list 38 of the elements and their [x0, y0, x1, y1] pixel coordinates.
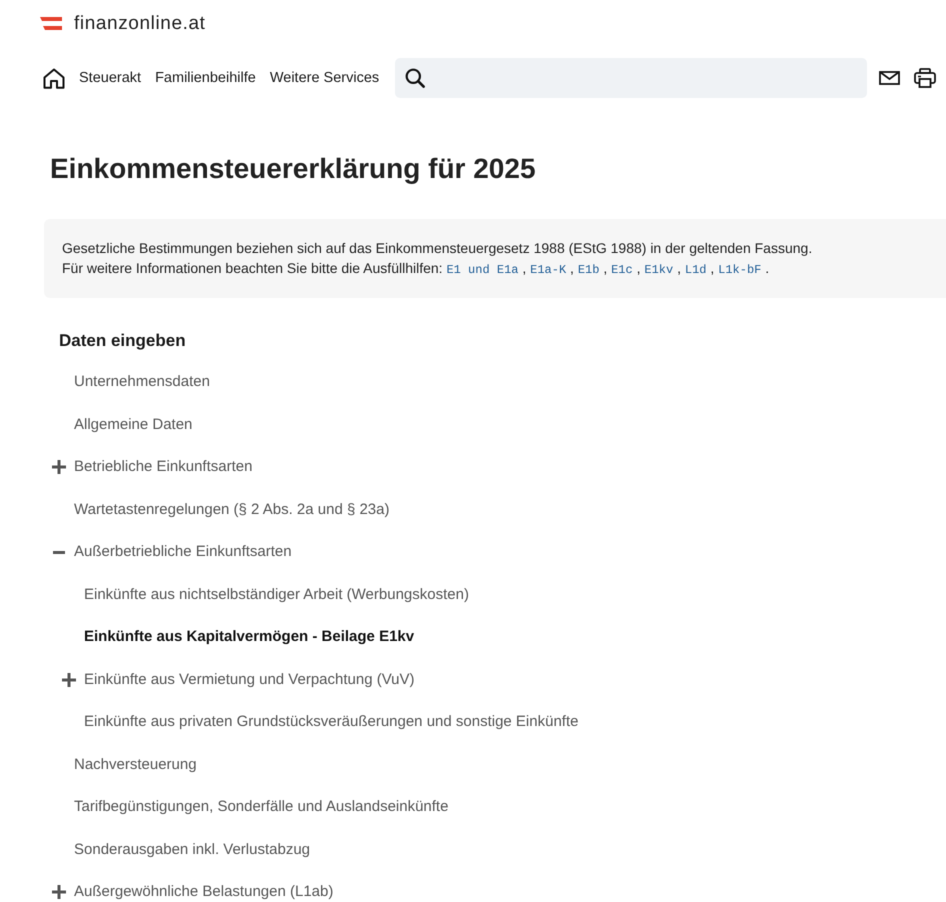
- tree-link[interactable]: Einkünfte aus Vermietung und Verpachtung (VuV): [84, 670, 414, 690]
- nav-link[interactable]: Familienbeihilfe: [155, 68, 256, 88]
- tree-link[interactable]: Außergewöhnliche Belastungen (L1ab): [74, 882, 334, 902]
- search-field[interactable]: [395, 58, 867, 98]
- doc-link[interactable]: E1c: [611, 263, 633, 277]
- tree-link[interactable]: Unternehmensdaten: [74, 372, 210, 392]
- tree-link[interactable]: Einkünfte aus privaten Grundstücksveräußerungen und sonstige Einkünfte: [84, 712, 578, 732]
- tree-link[interactable]: Sonderausgaben inkl. Verlustabzug: [74, 840, 310, 860]
- tree-link[interactable]: Wartetastenregelungen (§ 2 Abs. 2a und § 23a): [74, 500, 390, 520]
- nav-link[interactable]: Weitere Services: [270, 68, 380, 88]
- plus-icon[interactable]: [62, 672, 76, 686]
- tree-link[interactable]: Allgemeine Daten: [74, 414, 192, 434]
- mail-icon[interactable]: [879, 71, 900, 85]
- search-icon: [405, 68, 426, 88]
- doc-link[interactable]: L1k-bF: [718, 263, 762, 277]
- flag-logo-icon: [40, 17, 62, 30]
- doc-link[interactable]: E1 und E1a: [446, 263, 518, 277]
- home-icon[interactable]: [43, 68, 65, 88]
- page-title: Einkommensteuererklärung für 2025: [50, 152, 537, 186]
- doc-link[interactable]: L1d: [684, 263, 706, 277]
- tree-link[interactable]: Einkünfte aus Kapitalvermögen - Beilage E1kv: [84, 627, 414, 647]
- brand-name[interactable]: finanzonline.at: [74, 12, 206, 34]
- doc-link[interactable]: E1kv: [644, 263, 674, 277]
- print-icon[interactable]: [914, 68, 936, 88]
- plus-icon[interactable]: [52, 885, 66, 899]
- tree-link[interactable]: Außerbetriebliche Einkunftsarten: [74, 542, 292, 562]
- minus-icon[interactable]: [53, 550, 65, 554]
- info-text: Für weitere Informationen beachten Sie bitte die Ausfüllhilfen: E1 und E1a , E1a-K , E1b , E1c , E1kv , L1d , L1k-bF .: [62, 259, 770, 279]
- section-heading: Daten eingeben: [59, 330, 187, 352]
- tree-link[interactable]: Nachversteuerung: [74, 754, 197, 774]
- tree-link[interactable]: Tarifbegünstigungen, Sonderfälle und Auslandseinkünfte: [74, 797, 448, 817]
- tree-link[interactable]: Betriebliche Einkunftsarten: [74, 457, 252, 477]
- info-text: Gesetzliche Bestimmungen beziehen sich auf das Einkommensteuergesetz 1988 (EStG 1988) in der geltenden Fassung.: [62, 239, 814, 258]
- doc-link[interactable]: E1b: [578, 263, 600, 277]
- plus-icon[interactable]: [52, 460, 66, 474]
- doc-link[interactable]: E1a-K: [530, 263, 566, 277]
- nav-link[interactable]: Steuerakt: [79, 68, 142, 88]
- tree-link[interactable]: Einkünfte aus nichtselbständiger Arbeit (Werbungskosten): [84, 584, 469, 604]
